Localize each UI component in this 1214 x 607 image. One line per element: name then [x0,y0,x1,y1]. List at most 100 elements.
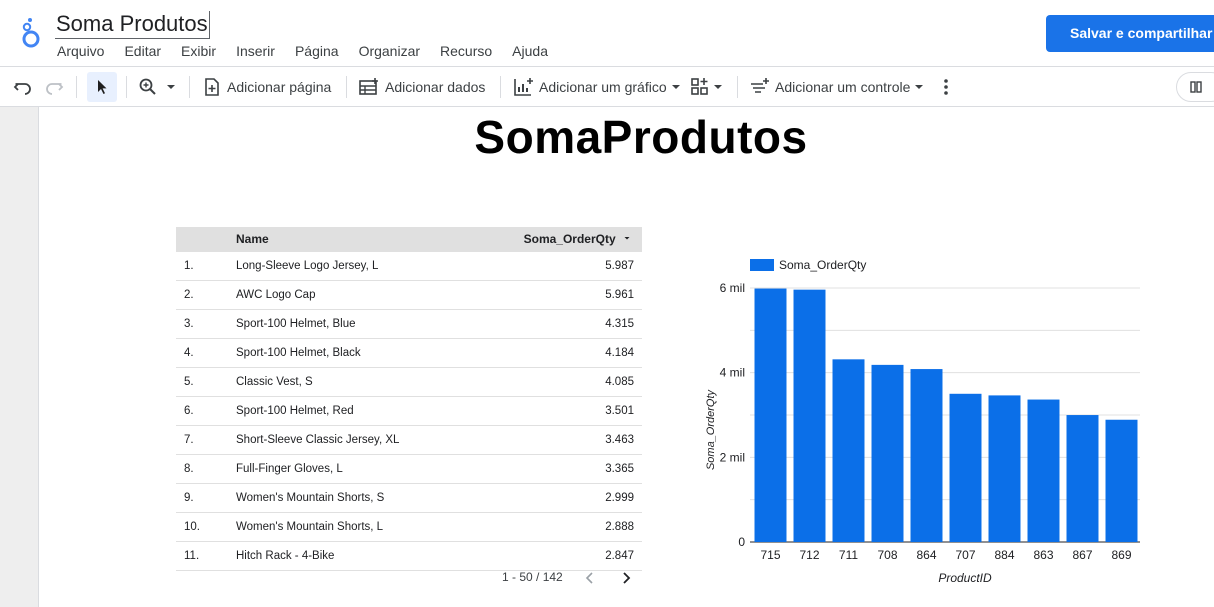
menu-inserir[interactable]: Inserir [236,43,275,59]
menu-arquivo[interactable]: Arquivo [57,43,104,59]
table-row[interactable]: 3. Sport-100 Helmet, Blue 4.315 [176,310,642,339]
add-control-button[interactable]: Adicionar um controle [749,67,925,107]
add-component-button[interactable] [690,67,724,107]
x-tick-label: 707 [955,548,975,562]
view-toggle-button[interactable] [1176,72,1214,102]
menu-editar[interactable]: Editar [124,43,161,59]
y-tick-label: 0 [738,535,745,549]
menu-exibir[interactable]: Exibir [181,43,216,59]
table-header: Name Soma_OrderQty [176,227,642,252]
y-tick-label: 2 mil [720,450,745,464]
y-axis-title: Soma_OrderQty [705,388,717,470]
bar [910,369,943,542]
row-index: 8. [184,463,194,475]
x-tick-label: 884 [994,548,1014,562]
x-axis-title: ProductID [938,571,992,585]
next-page-icon[interactable] [618,570,634,591]
row-name: Women's Mountain Shorts, L [236,521,384,533]
toolbar-divider [346,76,347,98]
report-title[interactable]: SomaProdutos [0,110,1214,164]
column-header-name[interactable]: Name [236,232,269,246]
row-value: 2.999 [605,492,634,504]
add-data-label: Adicionar dados [385,79,486,95]
pagination-label: 1 - 50 / 142 [502,570,563,584]
table-row[interactable]: 7. Short-Sleeve Classic Jersey, XL 3.463 [176,426,642,455]
x-tick-label: 863 [1033,548,1053,562]
bar [754,288,787,542]
chevron-down-icon [915,85,924,89]
add-data-button[interactable]: Adicionar dados [358,67,485,107]
add-chart-icon [514,78,533,96]
table-row[interactable]: 10. Women's Mountain Shorts, L 2.888 [176,513,642,542]
table-row[interactable]: 2. AWC Logo Cap 5.961 [176,281,642,310]
row-name: Women's Mountain Shorts, S [236,492,385,504]
columns-icon [1190,81,1202,93]
x-tick-label: 864 [916,548,936,562]
add-page-button[interactable]: Adicionar página [202,67,331,107]
row-index: 9. [184,492,194,504]
row-index: 6. [184,405,194,417]
prev-page-icon[interactable] [582,570,598,591]
table-row[interactable]: 4. Sport-100 Helmet, Black 4.184 [176,339,642,368]
row-value: 3.463 [605,434,634,446]
row-value: 3.501 [605,405,634,417]
toolbar-divider [126,76,127,98]
row-name: Long-Sleeve Logo Jersey, L [236,260,379,272]
menu-recurso[interactable]: Recurso [440,43,492,59]
looker-studio-logo-icon[interactable] [20,16,44,50]
x-tick-label: 869 [1111,548,1131,562]
more-options-icon[interactable] [940,67,952,107]
table-row[interactable]: 11. Hitch Rack - 4-Bike 2.847 [176,542,642,571]
chevron-down-icon [714,85,722,89]
bar [949,393,982,542]
add-chart-button[interactable]: Adicionar um gráfico [513,67,682,107]
table-row[interactable]: 8. Full-Finger Gloves, L 3.365 [176,455,642,484]
row-value: 4.085 [605,376,634,388]
menu-ajuda[interactable]: Ajuda [512,43,548,59]
zoom-icon[interactable] [138,67,178,107]
undo-icon[interactable] [13,67,33,107]
redo-icon[interactable] [44,67,64,107]
data-table[interactable]: Name Soma_OrderQty 1. Long-Sleeve Logo Je… [176,227,642,571]
table-row[interactable]: 9. Women's Mountain Shorts, S 2.999 [176,484,642,513]
row-value: 4.184 [605,347,634,359]
bar [1027,399,1060,542]
bar [1066,415,1099,542]
bar [871,364,904,542]
row-value: 5.961 [605,289,634,301]
row-index: 4. [184,347,194,359]
x-tick-label: 711 [839,548,858,562]
toolbar-divider [76,76,77,98]
row-index: 7. [184,434,194,446]
cursor-icon[interactable] [87,72,117,102]
y-tick-label: 4 mil [720,366,745,380]
column-header-value-label: Soma_OrderQty [523,232,616,246]
chevron-down-icon [671,85,680,89]
components-icon [691,78,708,95]
sort-desc-icon [624,237,630,240]
bar [793,289,826,542]
row-value: 5.987 [605,260,634,272]
document-title-input[interactable]: Soma Produtos [55,11,210,39]
toolbar-divider [500,76,501,98]
row-index: 1. [184,260,194,272]
table-row[interactable]: 1. Long-Sleeve Logo Jersey, L 5.987 [176,252,642,281]
x-tick-label: 708 [877,548,897,562]
row-name: AWC Logo Cap [236,289,316,301]
table-row[interactable]: 5. Classic Vest, S 4.085 [176,368,642,397]
legend-swatch [750,259,774,271]
menu-pagina[interactable]: Página [295,43,339,59]
column-header-value[interactable]: Soma_OrderQty [524,232,632,246]
row-name: Sport-100 Helmet, Black [236,347,361,359]
add-page-icon [205,78,219,96]
row-name: Classic Vest, S [236,376,313,388]
row-name: Sport-100 Helmet, Blue [236,318,356,330]
toolbar-divider [189,76,190,98]
save-and-share-button[interactable]: Salvar e compartilhar [1046,15,1214,52]
add-control-label: Adicionar um controle [775,79,911,95]
table-row[interactable]: 6. Sport-100 Helmet, Red 3.501 [176,397,642,426]
row-index: 10. [184,521,200,533]
app-header: Soma Produtos Arquivo Editar Exibir Inse… [0,0,1214,66]
menu-organizar[interactable]: Organizar [359,43,420,59]
bar-chart[interactable]: Soma_OrderQty 0 2 mil 4 mil 6 mil 715 712 711 70… [700,250,1150,595]
